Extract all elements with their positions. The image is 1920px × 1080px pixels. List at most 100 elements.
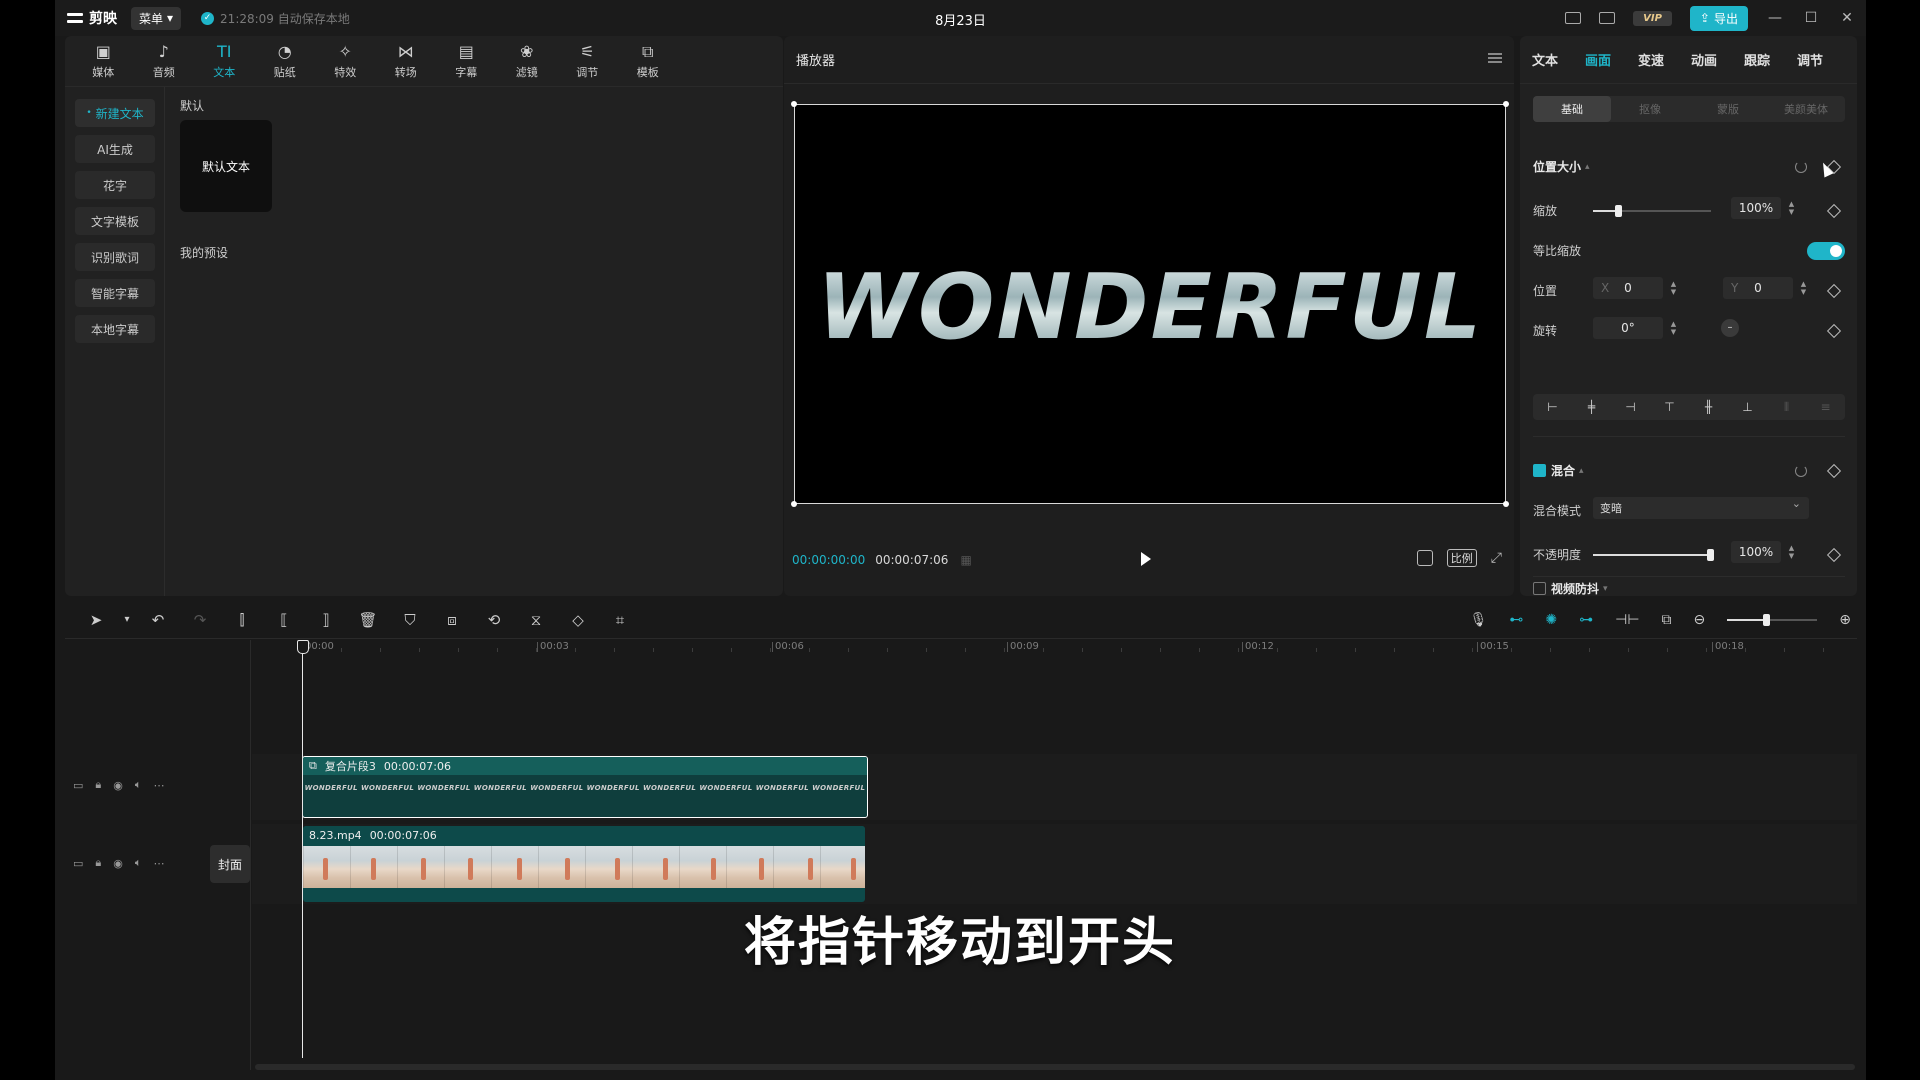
timeline-grid-icon[interactable]: ▦: [960, 553, 971, 567]
tab-filter[interactable]: ❀ 滤镜: [497, 36, 558, 86]
collapse-icon[interactable]: ▴: [1585, 162, 1590, 172]
y-stepper-icon[interactable]: ▲ ▼: [1799, 280, 1808, 296]
reset-icon[interactable]: [1795, 464, 1807, 477]
resize-handle[interactable]: [791, 101, 797, 107]
subtab-mask[interactable]: 蒙版: [1689, 96, 1767, 122]
marker-icon[interactable]: ⛉: [389, 611, 431, 629]
maximize-icon[interactable]: ☐: [1802, 10, 1820, 26]
scale-input[interactable]: 100%: [1731, 197, 1781, 219]
main-track-magnet-icon[interactable]: ⊷: [1509, 612, 1523, 628]
position-y-input[interactable]: Y 0: [1723, 277, 1793, 299]
layout-icon[interactable]: [1599, 12, 1616, 24]
distribute-v-icon[interactable]: ≡: [1806, 394, 1845, 420]
default-text-preset[interactable]: 默认文本: [180, 120, 272, 212]
tab-template[interactable]: ⧉ 模板: [618, 36, 679, 86]
rotate-input[interactable]: 0°: [1593, 317, 1663, 339]
opacity-stepper-icon[interactable]: ▲ ▼: [1787, 544, 1796, 560]
align-top-icon[interactable]: ⊤: [1650, 394, 1689, 420]
resize-handle[interactable]: [1503, 501, 1509, 507]
linkage-icon[interactable]: ⊶: [1579, 612, 1593, 628]
tab-effects[interactable]: ✧ 特效: [315, 36, 376, 86]
sidebar-item-new-text[interactable]: 新建文本: [75, 99, 155, 127]
rotate-stepper-icon[interactable]: ▲ ▼: [1669, 320, 1678, 336]
sidebar-item-text-template[interactable]: 文字模板: [75, 207, 155, 235]
scale-stepper-icon[interactable]: ▲ ▼: [1787, 200, 1796, 216]
split-icon[interactable]: ⫿: [221, 611, 263, 629]
scale-slider[interactable]: [1593, 204, 1711, 217]
collapse-icon[interactable]: ▴: [1579, 466, 1584, 476]
align-center-h-icon[interactable]: ╪: [1572, 394, 1611, 420]
export-button[interactable]: ⇪ 导出: [1689, 5, 1748, 31]
minimize-icon[interactable]: —: [1766, 10, 1784, 26]
close-icon[interactable]: ✕: [1838, 10, 1856, 26]
rotate-dial-icon[interactable]: –: [1721, 319, 1739, 337]
subtab-cutout[interactable]: 抠像: [1611, 96, 1689, 122]
tab-adjust-props[interactable]: 调节: [1797, 50, 1850, 69]
tab-tracking[interactable]: 跟踪: [1744, 50, 1797, 69]
more-icon[interactable]: ⋯: [153, 857, 164, 870]
expand-icon[interactable]: ▾: [1603, 584, 1608, 594]
scale-slider-knob[interactable]: [1614, 204, 1622, 217]
more-icon[interactable]: ⋯: [153, 779, 164, 792]
shortcut-icon[interactable]: [1565, 12, 1582, 24]
lock-icon[interactable]: 🔒︎: [95, 778, 101, 792]
compound-clip[interactable]: ⧉ 复合片段3 00:00:07:06 WONDERFUL WONDERFUL …: [302, 756, 868, 818]
hamburger-menu-icon[interactable]: [1488, 53, 1502, 63]
tab-text-props[interactable]: 文本: [1532, 50, 1585, 69]
select-tool-icon[interactable]: ➤: [75, 611, 117, 629]
sidebar-item-auto-caption[interactable]: 智能字幕: [75, 279, 155, 307]
keyframe-icon[interactable]: [1826, 203, 1842, 218]
timeline-scrollbar[interactable]: [255, 1064, 1855, 1070]
zoom-out-icon[interactable]: ⊖: [1694, 612, 1706, 628]
tab-picture[interactable]: 画面: [1585, 50, 1638, 69]
blend-mode-select[interactable]: 变暗: [1593, 497, 1809, 519]
mirror-icon[interactable]: ⧖: [515, 611, 557, 629]
trim-left-icon[interactable]: ⟦: [263, 611, 305, 629]
opacity-slider[interactable]: [1593, 548, 1714, 561]
sidebar-item-local-caption[interactable]: 本地字幕: [75, 315, 155, 343]
eye-icon[interactable]: ◉: [113, 779, 123, 792]
speaker-icon[interactable]: 🔈︎: [135, 778, 142, 792]
menu-button[interactable]: 菜单 ▾: [131, 6, 182, 30]
tab-caption[interactable]: ▤ 字幕: [436, 36, 497, 86]
tab-adjust[interactable]: ⚟ 调节: [557, 36, 618, 86]
fit-view-icon[interactable]: [1416, 550, 1433, 566]
auto-snap-icon[interactable]: ✺: [1545, 612, 1557, 628]
chevron-down-icon[interactable]: ▾: [117, 614, 137, 625]
sidebar-item-fancy-text[interactable]: 花字: [75, 171, 155, 199]
distribute-h-icon[interactable]: ⫴: [1767, 394, 1806, 420]
trim-right-icon[interactable]: ⟧: [305, 611, 347, 629]
vip-badge[interactable]: VIP: [1633, 10, 1672, 26]
cover-button[interactable]: 封面: [210, 845, 250, 883]
position-x-input[interactable]: X 0: [1593, 277, 1663, 299]
play-icon[interactable]: [1141, 552, 1151, 566]
align-bottom-icon[interactable]: ⊥: [1728, 394, 1767, 420]
keyframe-icon[interactable]: [1826, 283, 1842, 298]
keyframe-icon[interactable]: [1826, 323, 1842, 338]
blend-checkbox[interactable]: [1533, 464, 1546, 477]
tab-audio[interactable]: ♪ 音频: [134, 36, 195, 86]
align-left-icon[interactable]: ⊢: [1533, 394, 1572, 420]
zoom-in-icon[interactable]: ⊕: [1839, 612, 1851, 628]
tab-media[interactable]: ▣ 媒体: [73, 36, 134, 86]
opacity-slider-knob[interactable]: [1707, 548, 1714, 561]
rotate-icon[interactable]: ◇: [557, 611, 599, 629]
video-clip[interactable]: 8.23.mp4 00:00:07:06: [303, 826, 865, 902]
redo-icon[interactable]: ↷: [179, 611, 221, 629]
x-stepper-icon[interactable]: ▲ ▼: [1669, 280, 1678, 296]
aspect-ratio-button[interactable]: 比例: [1446, 549, 1477, 567]
opacity-input[interactable]: 100%: [1731, 541, 1781, 563]
preview-canvas[interactable]: WONDERFUL: [791, 101, 1509, 507]
align-right-icon[interactable]: ⊣: [1611, 394, 1650, 420]
tab-sticker[interactable]: ◔ 贴纸: [255, 36, 316, 86]
subtab-basic[interactable]: 基础: [1533, 96, 1611, 122]
tab-animation[interactable]: 动画: [1691, 50, 1744, 69]
sidebar-item-ai-generate[interactable]: AI生成: [75, 135, 155, 163]
fullscreen-icon[interactable]: ⤢: [1491, 550, 1502, 566]
preview-axis-icon[interactable]: ⊣⊢: [1615, 612, 1639, 628]
eye-icon[interactable]: ◉: [113, 857, 123, 870]
timeline-ruler[interactable]: 00:00 00:03 00:06 00:09 00:12 00:15 00:1…: [302, 640, 1857, 658]
tab-text[interactable]: TI 文本: [194, 36, 255, 86]
resize-handle[interactable]: [1503, 101, 1509, 107]
stabilize-checkbox[interactable]: [1533, 582, 1546, 595]
